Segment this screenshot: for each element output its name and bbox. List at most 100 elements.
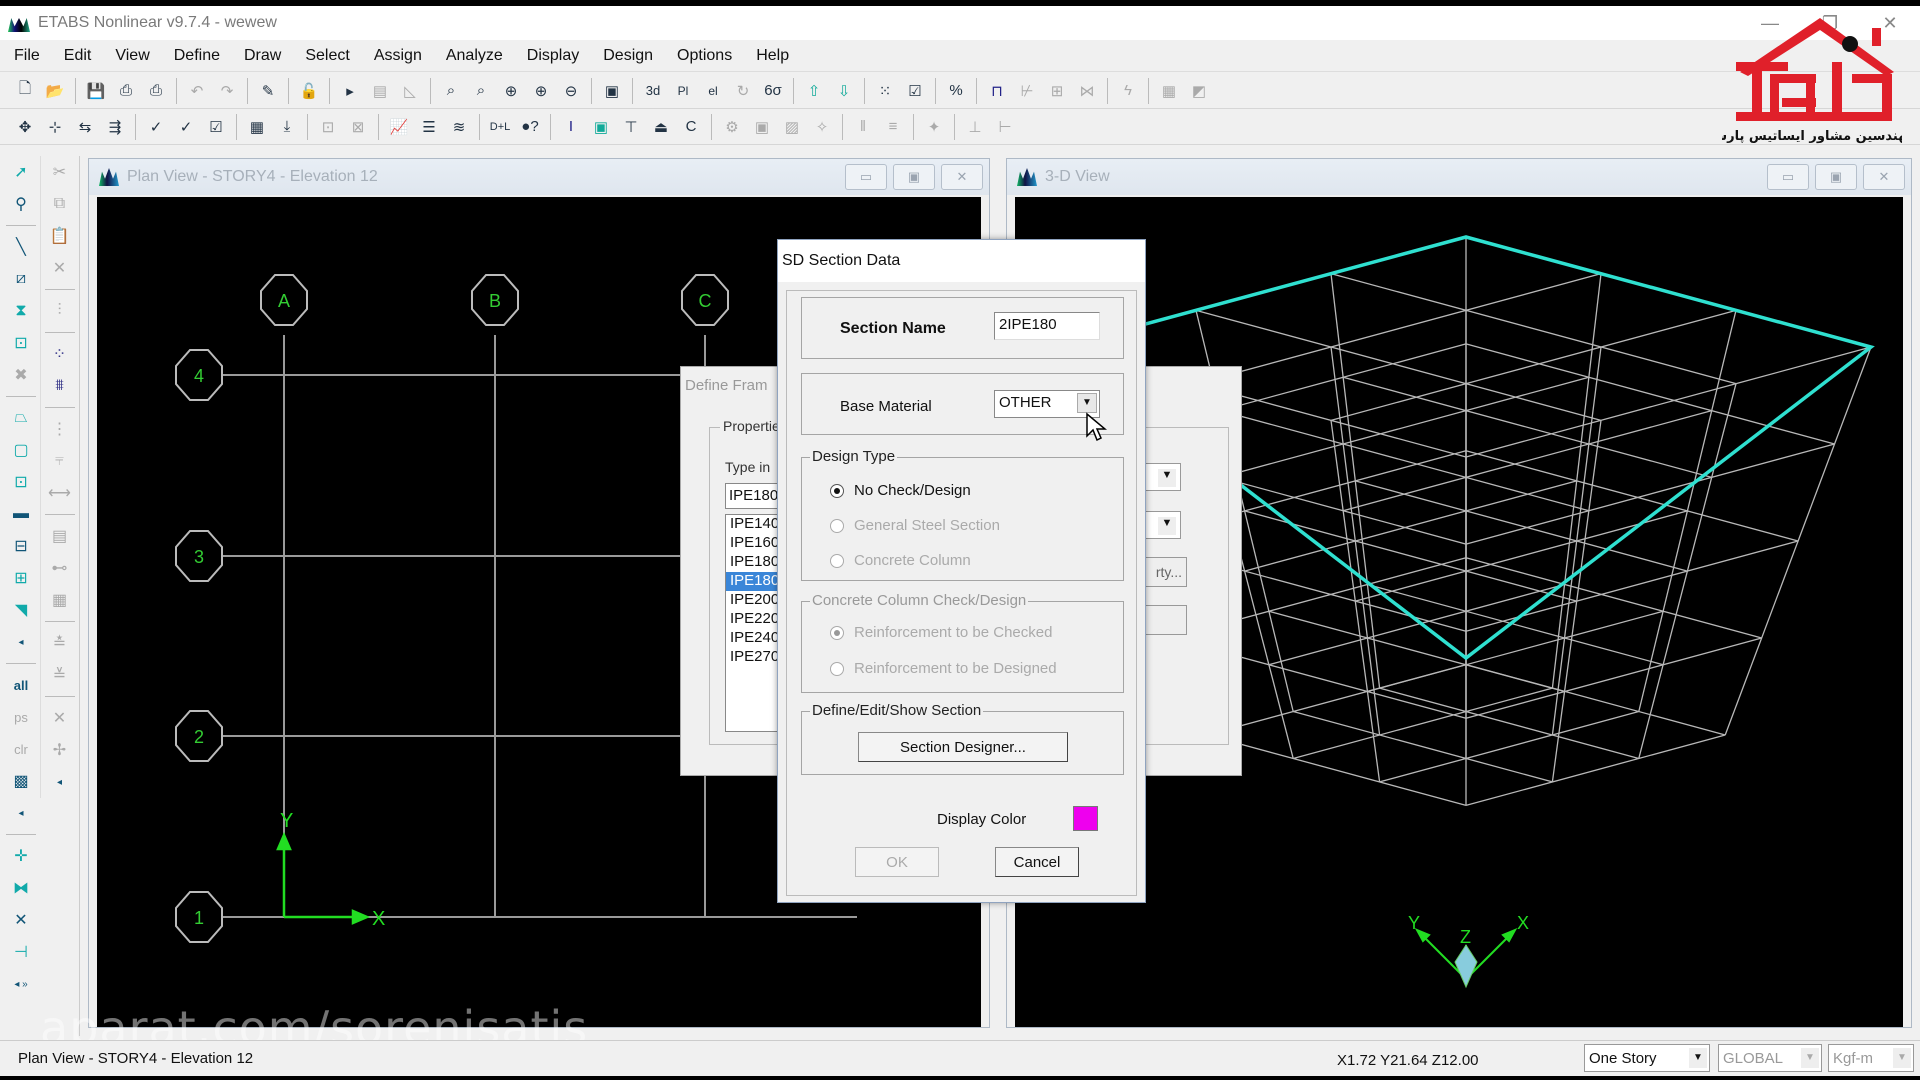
chevron-down-icon[interactable]: ▼ [1689, 1048, 1707, 1068]
elevation-view-icon[interactable]: el [700, 78, 726, 104]
draw-point-icon[interactable]: ⊡ [6, 328, 36, 358]
maximize-icon[interactable]: ▣ [893, 164, 935, 190]
zoom-shrink-icon[interactable]: ⊖ [558, 78, 584, 104]
draw-grid-area-icon[interactable]: ⊞ [6, 563, 36, 593]
pan-icon[interactable]: ▣ [599, 78, 625, 104]
maximize-icon[interactable]: ▣ [1815, 164, 1857, 190]
menu-analyze[interactable]: Analyze [446, 47, 503, 65]
chevron-down-icon[interactable]: ▼ [1077, 393, 1097, 413]
previous-select-icon[interactable]: ps [6, 702, 36, 732]
draw-rect-area-icon[interactable]: ▢ [6, 435, 36, 465]
radio-button[interactable] [830, 553, 844, 568]
radio-button[interactable] [830, 518, 844, 533]
close-icon[interactable]: ✕ [1863, 164, 1905, 190]
menu-edit[interactable]: Edit [64, 47, 92, 65]
ok-button[interactable]: OK [855, 847, 939, 877]
menu-select[interactable]: Select [305, 47, 349, 65]
steel-design-icon[interactable]: ⚙ [719, 114, 745, 140]
plan-view-icon[interactable]: Pl [670, 78, 696, 104]
menu-display[interactable]: Display [527, 47, 579, 65]
dimension-icon[interactable]: ⫶ [45, 296, 75, 326]
radio-general-steel-section[interactable]: General Steel Section [830, 517, 1000, 534]
zoom-in-icon[interactable]: ⊕ [498, 78, 524, 104]
chevron-down-icon[interactable]: ▼ [1801, 1048, 1819, 1068]
print-icon[interactable]: ⎙ [113, 78, 139, 104]
joist-icon[interactable]: ✧ [809, 114, 835, 140]
lock-icon[interactable]: 🔓 [296, 78, 322, 104]
link-icon[interactable]: ⊷ [45, 553, 75, 583]
radio-concrete-column[interactable]: Concrete Column [830, 552, 971, 569]
draw-slab-icon[interactable]: ◥ [6, 595, 36, 625]
story-down-icon[interactable]: ≚ [45, 660, 75, 690]
delete-icon[interactable]: ✕ [45, 253, 75, 283]
set-display-icon[interactable]: ☑ [902, 78, 928, 104]
redo-icon[interactable]: ↷ [214, 78, 240, 104]
draw-brace-icon[interactable]: ✖ [6, 360, 36, 390]
cut-icon[interactable]: ✂ [45, 157, 75, 187]
mirror-icon[interactable]: ⇆ [72, 114, 98, 140]
add-icon[interactable]: ⊡ [315, 114, 341, 140]
radio-reinforcement-designed[interactable]: Reinforcement to be Designed [830, 660, 1057, 677]
cancel-button[interactable]: Cancel [995, 847, 1079, 877]
deformed-icon[interactable]: ⋈ [1074, 78, 1100, 104]
draw-wall-region-icon[interactable]: ⊟ [6, 531, 36, 561]
dl-e-icon[interactable]: D+L [487, 114, 513, 140]
new-icon[interactable]: 🗋 [12, 78, 38, 104]
percent-icon[interactable]: % [943, 78, 969, 104]
run-nonlinear-icon[interactable]: ◺ [397, 78, 423, 104]
display-color-swatch[interactable] [1073, 806, 1098, 831]
down-icon[interactable]: ⇩ [831, 78, 857, 104]
chevron-down-icon[interactable]: ▼ [1893, 1048, 1911, 1068]
slab-icon[interactable]: ▣ [588, 114, 614, 140]
zoom-window-icon[interactable]: ⌕ [438, 78, 464, 104]
section-cut-icon[interactable]: ▤ [45, 521, 75, 551]
footing-icon[interactable]: ⏏ [648, 114, 674, 140]
3d-view-icon[interactable]: 3d [640, 78, 666, 104]
grid-icon[interactable]: ▦ [244, 114, 270, 140]
elevation-grid-icon[interactable]: ⩩ [45, 371, 75, 401]
i-section-icon[interactable]: I [558, 114, 584, 140]
energy-icon[interactable]: ϟ [1115, 78, 1141, 104]
expand-arrow-icon[interactable]: ◂ [6, 798, 36, 828]
more-icon[interactable]: ◂ » [6, 969, 36, 999]
snap-perpendicular-icon[interactable]: ⊣ [6, 937, 36, 967]
story-up-icon[interactable]: ≛ [45, 628, 75, 658]
channel-icon[interactable]: C [678, 114, 704, 140]
menu-help[interactable]: Help [756, 47, 789, 65]
design2-icon[interactable]: ◩ [1186, 78, 1212, 104]
draw-area-click-icon[interactable]: ⊡ [6, 467, 36, 497]
section-name-input[interactable]: 2IPE180 [994, 312, 1100, 340]
story-select[interactable]: One Story ▼ [1584, 1044, 1710, 1072]
expand-arrow-icon[interactable]: ◂ [6, 627, 36, 657]
checkmark-icon[interactable]: ✓ [143, 114, 169, 140]
line-check-icon[interactable]: ✓ [173, 114, 199, 140]
object-shrink-icon[interactable]: ⁙ [872, 78, 898, 104]
snap-end-icon[interactable]: ⧓ [6, 873, 36, 903]
wall-icon[interactable]: ⊞ [1044, 78, 1070, 104]
layer-icon[interactable]: ≋ [446, 114, 472, 140]
save-icon[interactable]: 💾 [83, 78, 109, 104]
menu-options[interactable]: Options [677, 47, 732, 65]
pencil-icon[interactable]: ✎ [255, 78, 281, 104]
draw-wall-icon[interactable]: ▬ [6, 499, 36, 529]
copy-icon[interactable]: ⧉ [45, 189, 75, 219]
node-icon[interactable]: ⋮ [45, 414, 75, 444]
delete-icon[interactable]: ⊠ [345, 114, 371, 140]
export-icon[interactable]: ⊢ [992, 114, 1018, 140]
offset-icon[interactable]: ✢ [45, 735, 75, 765]
print-table-icon[interactable]: ⎙ [143, 78, 169, 104]
units-select[interactable]: Kgf-m ▼ [1828, 1044, 1914, 1072]
draw-column-icon[interactable]: ⧗ [6, 296, 36, 326]
list-icon[interactable]: ≡ [880, 114, 906, 140]
story-icon[interactable]: ⫧ [45, 446, 75, 476]
radio-no-check-design[interactable]: No Check/Design [830, 482, 971, 499]
radio-reinforcement-checked[interactable]: Reinforcement to be Checked [830, 624, 1052, 641]
menu-draw[interactable]: Draw [244, 47, 281, 65]
open-icon[interactable]: 📂 [42, 78, 68, 104]
menu-assign[interactable]: Assign [374, 47, 422, 65]
radio-button[interactable] [830, 483, 844, 498]
design-icon[interactable]: ▦ [1156, 78, 1182, 104]
column-icon[interactable]: ⊤ [618, 114, 644, 140]
bar-icon[interactable]: ☰ [416, 114, 442, 140]
expand-arrow-icon[interactable]: ◂ [45, 767, 75, 797]
